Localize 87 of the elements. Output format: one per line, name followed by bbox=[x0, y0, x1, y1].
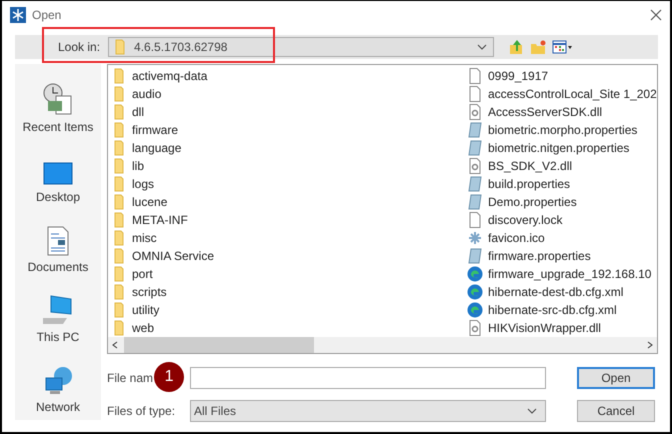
window-title: Open bbox=[32, 8, 62, 22]
app-icon bbox=[10, 7, 26, 23]
folder-icon bbox=[114, 140, 124, 156]
file-item[interactable]: Demo.properties bbox=[488, 195, 577, 209]
file-item[interactable]: scripts bbox=[132, 285, 167, 299]
document-icon bbox=[469, 86, 481, 102]
folder-icon bbox=[114, 212, 124, 228]
file-item[interactable]: misc bbox=[132, 231, 157, 245]
file-item[interactable]: firmware bbox=[132, 123, 178, 137]
file-item[interactable]: discovery.lock bbox=[488, 213, 562, 227]
file-item[interactable]: build.properties bbox=[488, 177, 570, 191]
file-item[interactable]: hibernate-dest-db.cfg.xml bbox=[488, 285, 624, 299]
snowflake-icon bbox=[468, 231, 482, 245]
file-item[interactable]: web bbox=[132, 321, 154, 335]
notepad-icon bbox=[468, 176, 482, 192]
file-item[interactable]: lib bbox=[132, 159, 144, 173]
chevron-icon bbox=[527, 408, 537, 414]
file-item[interactable]: firmware.properties bbox=[488, 249, 591, 263]
notepad-icon bbox=[468, 248, 482, 264]
document-icon bbox=[469, 212, 481, 228]
file-item[interactable]: dll bbox=[132, 105, 144, 119]
step-badge: 1 bbox=[154, 362, 184, 392]
folder-icon bbox=[114, 266, 124, 282]
file-item[interactable]: META-INF bbox=[132, 213, 188, 227]
sidebar-item[interactable]: Desktop bbox=[36, 190, 80, 204]
folder-icon bbox=[114, 230, 124, 246]
file-item[interactable]: port bbox=[132, 267, 153, 281]
file-name-field[interactable] bbox=[190, 367, 546, 389]
sidebar-item[interactable]: Documents bbox=[28, 260, 88, 274]
folder-icon bbox=[115, 39, 126, 55]
notepad-icon bbox=[468, 122, 482, 138]
file-item[interactable]: OMNIA Service bbox=[132, 249, 214, 263]
open-button[interactable]: Open bbox=[577, 367, 655, 389]
gear-document-icon bbox=[469, 104, 481, 120]
file-item[interactable]: accessControlLocal_Site 1_202 bbox=[488, 87, 657, 101]
globe-icon bbox=[467, 284, 483, 300]
file-item[interactable]: HIKVisionWrapper.dll bbox=[488, 321, 601, 335]
file-item[interactable]: language bbox=[132, 141, 182, 155]
gear-document-icon bbox=[469, 320, 481, 336]
sidebar-item[interactable]: Recent Items bbox=[22, 120, 94, 134]
folder-icon bbox=[114, 194, 124, 210]
globe-icon bbox=[467, 302, 483, 318]
globe-icon bbox=[467, 266, 483, 282]
file-item[interactable]: hibernate-src-db.cfg.xml bbox=[488, 303, 617, 317]
file-name-label: File nam bbox=[107, 371, 154, 385]
file-item[interactable]: logs bbox=[132, 177, 154, 191]
clock-document-icon bbox=[42, 82, 74, 116]
grid-view-icon[interactable] bbox=[552, 39, 572, 55]
folder-icon bbox=[114, 176, 124, 192]
file-item[interactable]: lucene bbox=[132, 195, 168, 209]
file-item[interactable]: favicon.ico bbox=[488, 231, 545, 245]
scrollbar-thumb[interactable] bbox=[124, 337, 314, 353]
chevron-icon bbox=[477, 44, 488, 50]
file-type-label: Files of type: bbox=[107, 404, 176, 418]
file-item[interactable]: firmware_upgrade_192.168.10 bbox=[488, 267, 652, 281]
horizontal-scrollbar[interactable] bbox=[108, 337, 657, 353]
sidebar-item[interactable]: Network bbox=[36, 400, 80, 414]
monitor-icon bbox=[43, 162, 73, 186]
file-item[interactable]: biometric.morpho.properties bbox=[488, 123, 638, 137]
folder-icon bbox=[114, 68, 124, 84]
look-in-dropdown[interactable]: 4.6.5.1703.62798 bbox=[108, 37, 494, 57]
folder-icon bbox=[114, 104, 124, 120]
file-item[interactable]: audio bbox=[132, 87, 162, 101]
folder-icon bbox=[114, 302, 124, 318]
cancel-button[interactable]: Cancel bbox=[577, 400, 655, 422]
file-item[interactable]: utility bbox=[132, 303, 160, 317]
folder-icon bbox=[114, 158, 124, 174]
folder-icon bbox=[114, 248, 124, 264]
notepad-icon bbox=[468, 140, 482, 156]
document-icon bbox=[46, 226, 69, 256]
folder-icon bbox=[114, 284, 124, 300]
file-type-dropdown[interactable]: All Files bbox=[190, 400, 546, 422]
folder-icon bbox=[114, 122, 124, 138]
folder-icon bbox=[114, 86, 124, 102]
look-in-label: Look in: bbox=[58, 40, 100, 54]
file-item[interactable]: activemq-data bbox=[132, 69, 208, 83]
sidebar-item[interactable]: This PC bbox=[36, 330, 80, 344]
globe-computer-icon bbox=[42, 366, 73, 396]
document-icon bbox=[469, 68, 481, 84]
folder-icon bbox=[114, 320, 124, 336]
close-icon bbox=[650, 9, 662, 21]
notepad-icon bbox=[468, 194, 482, 210]
file-item[interactable]: 0999_1917 bbox=[488, 69, 548, 83]
file-item[interactable]: AccessServerSDK.dll bbox=[488, 105, 602, 119]
gear-document-icon bbox=[469, 158, 481, 174]
file-item[interactable]: BS_SDK_V2.dll bbox=[488, 159, 572, 173]
file-item[interactable]: biometric.nitgen.properties bbox=[488, 141, 630, 155]
